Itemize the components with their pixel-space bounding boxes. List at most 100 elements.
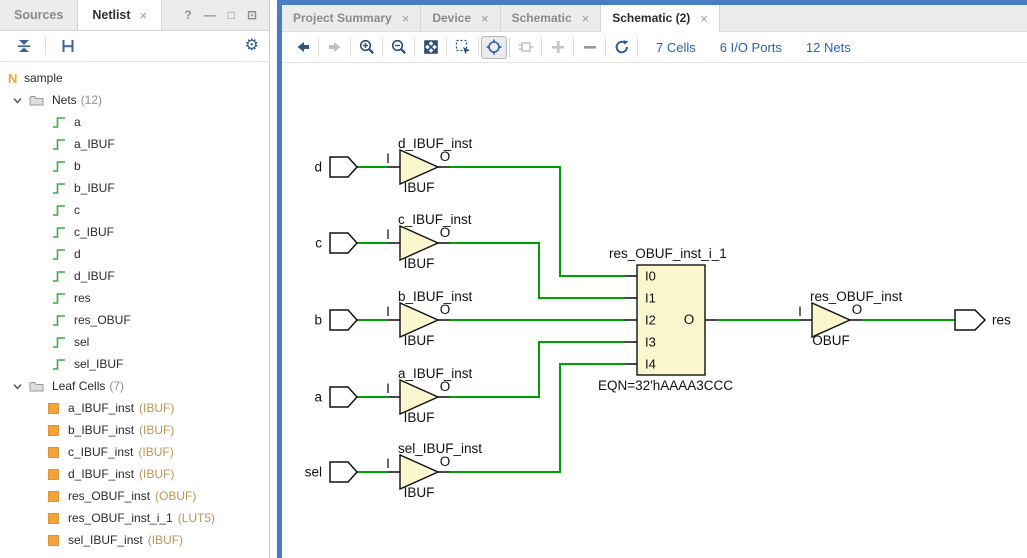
tree-group-nets[interactable]: Nets(12) (0, 89, 269, 111)
tab-netlist-label: Netlist (92, 8, 130, 22)
tree-item-net[interactable]: c_IBUF (0, 221, 269, 243)
tree-item-net[interactable]: b (0, 155, 269, 177)
tree-item-net[interactable]: a (0, 111, 269, 133)
settings-gear-icon[interactable]: ⚙ (245, 38, 259, 54)
cell-type-label: (IBUF) (148, 533, 183, 547)
maximize-icon[interactable]: ⊡ (247, 8, 257, 22)
tree-item-net[interactable]: d_IBUF (0, 265, 269, 287)
add-icon[interactable] (544, 35, 571, 59)
buffer-input-pin-label: I (798, 304, 802, 319)
collapse-all-icon[interactable] (10, 34, 37, 58)
tree-item-cell[interactable]: sel_IBUF_inst (IBUF) (0, 529, 269, 551)
net-icon (52, 159, 66, 173)
buffer-name-label: a_IBUF_inst (398, 366, 473, 381)
net-icon (52, 137, 66, 151)
tree-item-cell[interactable]: c_IBUF_inst(IBUF) (0, 441, 269, 463)
tree-item-cell[interactable]: res_OBUF_inst(OBUF) (0, 485, 269, 507)
zoom-out-icon[interactable] (385, 35, 412, 59)
buffer-b_IBUF_inst[interactable] (400, 303, 438, 337)
tree-item-net[interactable]: c (0, 199, 269, 221)
buffer-res_OBUF_inst[interactable] (812, 303, 850, 337)
tree-item-label: sel (74, 335, 89, 349)
buffer-output-pin-label: O (440, 225, 451, 240)
chevron-down-icon[interactable] (12, 95, 23, 106)
tree-item-net[interactable]: a_IBUF (0, 133, 269, 155)
tab-sources[interactable]: Sources (0, 0, 78, 30)
tree-item-label: c (74, 203, 80, 217)
buffer-sel_IBUF_inst[interactable] (400, 455, 438, 489)
close-icon[interactable]: × (582, 11, 590, 26)
tab-schematic-2-[interactable]: Schematic (2)× (601, 5, 720, 32)
back-arrow-icon[interactable] (289, 35, 316, 59)
input-port-d[interactable] (330, 157, 357, 177)
buffer-output-pin-label: O (440, 379, 451, 394)
buffer-c_IBUF_inst[interactable] (400, 226, 438, 260)
io-ports-count-link[interactable]: 6 I/O Ports (720, 40, 782, 55)
chevron-down-icon[interactable] (12, 381, 23, 392)
tab-schematic[interactable]: Schematic× (501, 5, 602, 31)
zoom-in-icon[interactable] (353, 35, 380, 59)
zoom-fit-icon[interactable] (417, 35, 444, 59)
tab-project-summary[interactable]: Project Summary× (282, 5, 421, 31)
regenerate-icon[interactable] (608, 35, 635, 59)
toolbar-separator (382, 38, 383, 57)
schematic-canvas[interactable]: dcbaselresd_IBUF_instIOIBUFc_IBUF_instIO… (282, 63, 1027, 558)
schematic-panel: Project Summary×Device×Schematic×Schemat… (277, 0, 1027, 558)
expand-cell-icon[interactable] (512, 35, 539, 59)
netlist-root-icon: N (8, 71, 24, 86)
close-icon[interactable]: × (402, 11, 410, 26)
net-wire (450, 167, 625, 276)
tab-netlist[interactable]: Netlist × (78, 0, 162, 30)
help-icon[interactable]: ? (184, 8, 191, 22)
tree-item-root[interactable]: Nsample (0, 67, 269, 89)
tree-item-net[interactable]: b_IBUF (0, 177, 269, 199)
zoom-selection-icon[interactable] (449, 35, 476, 59)
tab-sources-label: Sources (14, 8, 63, 22)
tree-item-label: sel_IBUF_inst (68, 533, 143, 547)
close-icon[interactable]: × (700, 11, 708, 26)
tree-item-net[interactable]: res_OBUF (0, 309, 269, 331)
vivado-app: Sources Netlist × ? — □ ⊡ ⚙ NsampleNets (0, 0, 1027, 558)
lut-input-pin-label: I3 (645, 335, 656, 350)
buffer-a_IBUF_inst[interactable] (400, 380, 438, 414)
lut-input-pin-label: I1 (645, 291, 656, 306)
tree-item-net[interactable]: sel (0, 331, 269, 353)
toolbar-separator (414, 38, 415, 57)
close-icon[interactable]: × (481, 11, 489, 26)
cells-count-link[interactable]: 7 Cells (656, 40, 696, 55)
input-port-sel[interactable] (330, 462, 357, 482)
tree-group-leaf-cells[interactable]: Leaf Cells(7) (0, 375, 269, 397)
tree-item-cell[interactable]: b_IBUF_inst(IBUF) (0, 419, 269, 441)
remove-icon[interactable] (576, 35, 603, 59)
tree-item-net[interactable]: d (0, 243, 269, 265)
tree-group-count: (12) (81, 93, 102, 107)
port-label-b: b (314, 313, 322, 328)
buffer-output-pin-label: O (440, 454, 451, 469)
close-icon[interactable]: × (140, 8, 148, 23)
scroll-to-selected-icon[interactable] (54, 34, 81, 58)
tree-item-cell[interactable]: d_IBUF_inst(IBUF) (0, 463, 269, 485)
cell-type-label: (IBUF) (139, 401, 174, 415)
tree-item-net[interactable]: res (0, 287, 269, 309)
tree-item-net[interactable]: sel_IBUF (0, 353, 269, 375)
forward-arrow-icon[interactable] (321, 35, 348, 59)
autofit-selection-icon[interactable] (481, 36, 507, 59)
tree-item-cell[interactable]: res_OBUF_inst_i_1(LUT5) (0, 507, 269, 529)
tree-item-cell[interactable]: a_IBUF_inst(IBUF) (0, 397, 269, 419)
buffer-type-label: IBUF (404, 333, 435, 348)
input-port-a[interactable] (330, 387, 357, 407)
toolbar-separator (605, 38, 606, 57)
schematic-drawing: dcbaselresd_IBUF_instIOIBUFc_IBUF_instIO… (282, 63, 1027, 558)
nets-count-link[interactable]: 12 Nets (806, 40, 851, 55)
float-icon[interactable]: □ (228, 8, 235, 22)
tab-device[interactable]: Device× (421, 5, 500, 31)
tree-item-label: c_IBUF (74, 225, 114, 239)
toolbar-separator (541, 38, 542, 57)
tree-item-label: b (74, 159, 81, 173)
minimize-icon[interactable]: — (204, 8, 216, 22)
input-port-c[interactable] (330, 233, 357, 253)
output-port-res[interactable] (955, 310, 985, 330)
buffer-d_IBUF_inst[interactable] (400, 150, 438, 184)
lut-eqn-label: EQN=32'hAAAA3CCC (598, 378, 733, 393)
input-port-b[interactable] (330, 310, 357, 330)
